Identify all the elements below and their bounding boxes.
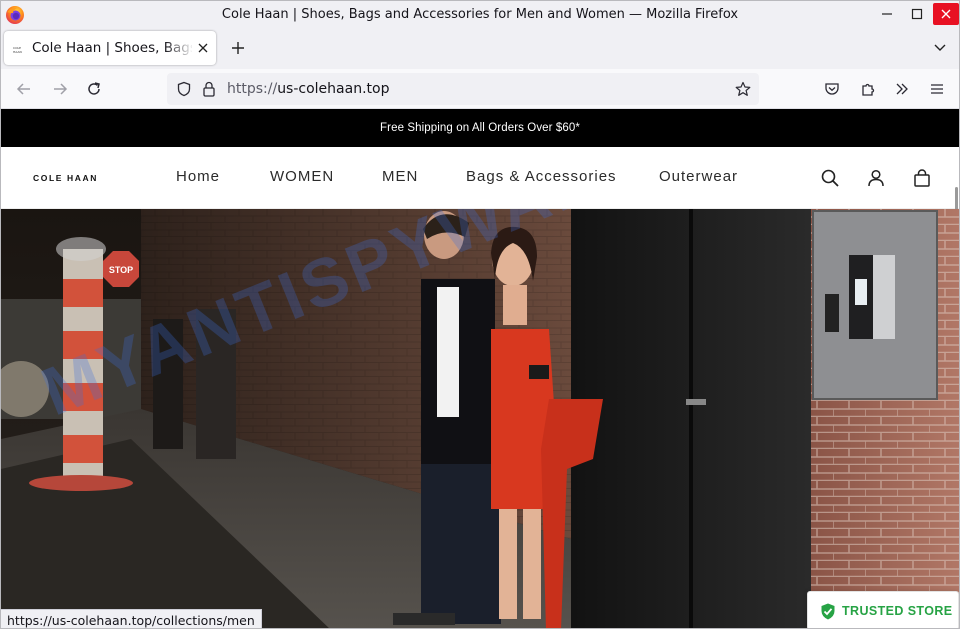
maximize-icon [911, 8, 923, 20]
trusted-store-label: TRUSTED STORE [842, 604, 953, 618]
nav-link-outerwear[interactable]: Outerwear [659, 168, 738, 185]
app-menu-button[interactable] [926, 78, 948, 100]
plus-icon [232, 42, 244, 54]
site-header: COLE HAAN Home WOMEN MEN Bags & Accessor… [1, 147, 959, 249]
announcement-text: Free Shipping on All Orders Over $60* [380, 122, 580, 134]
status-bar-url: https://us-colehaan.top/collections/men [1, 609, 262, 628]
reload-icon [88, 82, 100, 95]
browser-window: Cole Haan | Shoes, Bags and Accessories … [0, 0, 960, 629]
minimize-icon [882, 13, 892, 15]
arrow-left-icon [16, 83, 30, 95]
search-icon [821, 169, 839, 187]
new-tab-button[interactable] [227, 37, 249, 59]
puzzle-icon [862, 83, 875, 96]
window-title: Cole Haan | Shoes, Bags and Accessories … [221, 7, 739, 22]
pocket-icon [825, 83, 839, 95]
list-all-tabs-button[interactable] [929, 37, 951, 59]
tracking-shield-icon[interactable] [176, 81, 192, 97]
forward-button[interactable] [49, 78, 71, 100]
shopping-bag-icon [914, 169, 930, 187]
cart-button[interactable] [910, 166, 934, 190]
chevron-down-icon [934, 44, 946, 51]
tab-active[interactable]: COLE HAAN Cole Haan | Shoes, Bags and Ac… [4, 31, 216, 65]
nav-link-men[interactable]: MEN [382, 168, 418, 185]
chevrons-right-icon [896, 83, 908, 95]
navigation-toolbar: https://us-colehaan.top [1, 69, 959, 109]
nav-link-women[interactable]: WOMEN [270, 168, 334, 185]
url-bar[interactable]: https://us-colehaan.top [167, 73, 759, 105]
lock-icon[interactable] [202, 81, 216, 97]
minimize-button[interactable] [872, 1, 902, 27]
web-page: Free Shipping on All Orders Over $60* CO… [1, 109, 959, 628]
close-window-button[interactable] [933, 3, 959, 25]
star-icon[interactable] [735, 81, 751, 97]
hero-banner-image[interactable]: STOP [1, 209, 959, 628]
arrow-right-icon [54, 83, 68, 95]
close-icon [941, 9, 951, 19]
account-button[interactable] [864, 166, 888, 190]
maximize-button[interactable] [902, 1, 932, 27]
site-logo[interactable]: COLE HAAN [33, 173, 98, 183]
nav-link-home[interactable]: Home [176, 168, 220, 185]
user-icon [868, 169, 884, 187]
announcement-bar: Free Shipping on All Orders Over $60* [1, 109, 959, 147]
url-text[interactable]: https://us-colehaan.top [227, 81, 389, 97]
stop-sign-text: STOP [109, 265, 133, 275]
more-tools-button[interactable] [891, 78, 913, 100]
back-button[interactable] [13, 78, 35, 100]
tab-favicon: COLE HAAN [13, 46, 22, 54]
tab-strip: COLE HAAN Cole Haan | Shoes, Bags and Ac… [1, 29, 959, 69]
reload-button[interactable] [83, 78, 105, 100]
close-icon [198, 43, 208, 53]
hamburger-icon [931, 84, 943, 94]
tab-close-button[interactable] [195, 40, 211, 56]
trusted-store-badge[interactable]: TRUSTED STORE [807, 591, 959, 628]
search-button[interactable] [818, 166, 842, 190]
hero-photo: STOP [1, 209, 959, 628]
extensions-button[interactable] [857, 78, 879, 100]
url-host: us-colehaan.top [277, 81, 390, 97]
shield-check-icon [821, 603, 835, 620]
pocket-button[interactable] [821, 78, 843, 100]
url-protocol: https:// [227, 81, 278, 97]
nav-link-bags-accessories[interactable]: Bags & Accessories [466, 168, 617, 185]
title-bar: Cole Haan | Shoes, Bags and Accessories … [1, 1, 959, 29]
